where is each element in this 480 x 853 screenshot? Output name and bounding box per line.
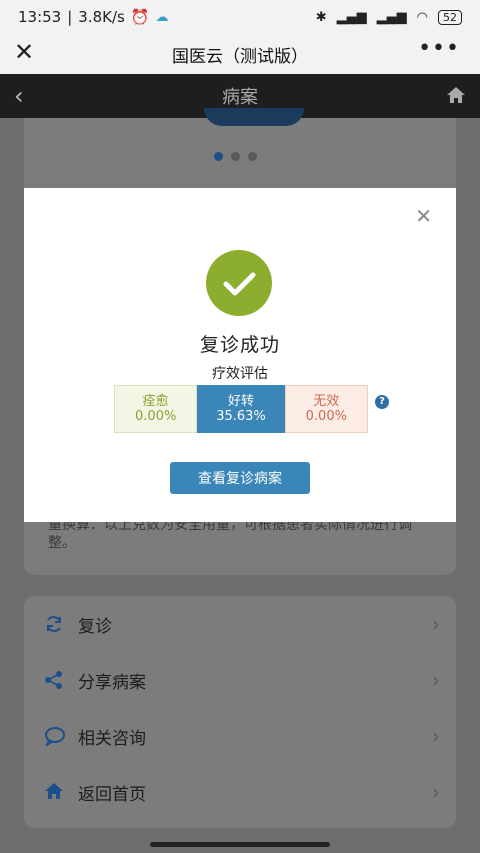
status-bar: 13:53 | 3.8K/s ⏰ ☁ ✱ ▂▄▆ ▂▄▆ ◠ 52: [0, 0, 480, 34]
eval-value: 0.00%: [135, 409, 177, 424]
status-right: ✱ ▂▄▆ ▂▄▆ ◠ 52: [315, 9, 462, 25]
banner-image-edge: [204, 108, 304, 126]
signal-icon: ▂▄▆: [336, 9, 367, 25]
header-title: 病案: [222, 87, 258, 108]
evaluation-row: 痊愈 0.00% 好转 35.63% 无效 0.00%: [114, 385, 368, 433]
wechat-title: 国医云（测试版）: [172, 46, 308, 67]
success-check-icon: [206, 250, 272, 316]
carousel-dots: [214, 152, 257, 161]
menu-item-label: 分享病案: [78, 672, 146, 693]
status-divider: |: [67, 8, 73, 26]
menu-item-consult[interactable]: 相关咨询 ›: [24, 708, 456, 764]
close-icon[interactable]: ✕: [14, 38, 34, 66]
eval-value: 0.00%: [305, 409, 347, 424]
close-icon[interactable]: ✕: [415, 204, 432, 228]
back-icon[interactable]: ‹: [14, 82, 24, 110]
dialog-subtitle: 疗效评估: [212, 366, 268, 382]
wifi-icon: ◠: [416, 9, 428, 25]
share-icon: [44, 670, 64, 694]
home-indicator[interactable]: [150, 842, 330, 847]
home-icon: [44, 782, 64, 804]
status-left: 13:53 | 3.8K/s ⏰ ☁: [18, 8, 169, 26]
help-icon[interactable]: ?: [375, 395, 389, 409]
eval-label: 无效: [313, 394, 340, 409]
cloud-icon: ☁: [155, 9, 169, 25]
eval-value: 35.63%: [216, 409, 266, 424]
alarm-icon: ⏰: [130, 8, 150, 26]
refresh-icon: [44, 614, 64, 638]
network-speed: 3.8K/s: [78, 8, 125, 26]
more-icon[interactable]: •••: [418, 36, 460, 61]
chevron-right-icon: ›: [432, 612, 440, 636]
signal-icon-2: ▂▄▆: [376, 9, 407, 25]
chevron-right-icon: ›: [432, 780, 440, 804]
eval-improved: 好转 35.63%: [197, 385, 285, 433]
menu-item-label: 相关咨询: [78, 728, 146, 749]
view-revisit-case-button[interactable]: 查看复诊病案: [170, 462, 310, 494]
carousel-dot[interactable]: [248, 152, 257, 161]
chat-icon: [44, 726, 66, 750]
action-menu: 复诊 › 分享病案 › 相关咨询 › 返回首页 ›: [24, 596, 456, 828]
chevron-right-icon: ›: [432, 668, 440, 692]
wechat-nav-bar: ✕ 国医云（测试版） •••: [0, 34, 480, 74]
carousel-dot[interactable]: [214, 152, 223, 161]
status-time: 13:53: [18, 8, 62, 26]
menu-item-label: 复诊: [78, 616, 112, 637]
carousel-dot[interactable]: [231, 152, 240, 161]
menu-item-label: 返回首页: [78, 784, 146, 805]
dialog-title: 复诊成功: [199, 334, 280, 356]
battery-icon: 52: [438, 9, 462, 25]
home-icon[interactable]: [446, 86, 466, 109]
chevron-right-icon: ›: [432, 724, 440, 748]
menu-item-home[interactable]: 返回首页 ›: [24, 764, 456, 820]
bluetooth-icon: ✱: [315, 9, 327, 25]
eval-ineffective: 无效 0.00%: [284, 385, 368, 433]
eval-label: 痊愈: [142, 394, 169, 409]
eval-cured: 痊愈 0.00%: [114, 385, 198, 433]
eval-label: 好转: [227, 394, 254, 409]
menu-item-share[interactable]: 分享病案 ›: [24, 652, 456, 708]
revisit-success-dialog: ✕ 复诊成功 疗效评估 痊愈 0.00% 好转 35.63% 无效 0.00% …: [24, 188, 456, 522]
menu-item-revisit[interactable]: 复诊 ›: [24, 596, 456, 652]
